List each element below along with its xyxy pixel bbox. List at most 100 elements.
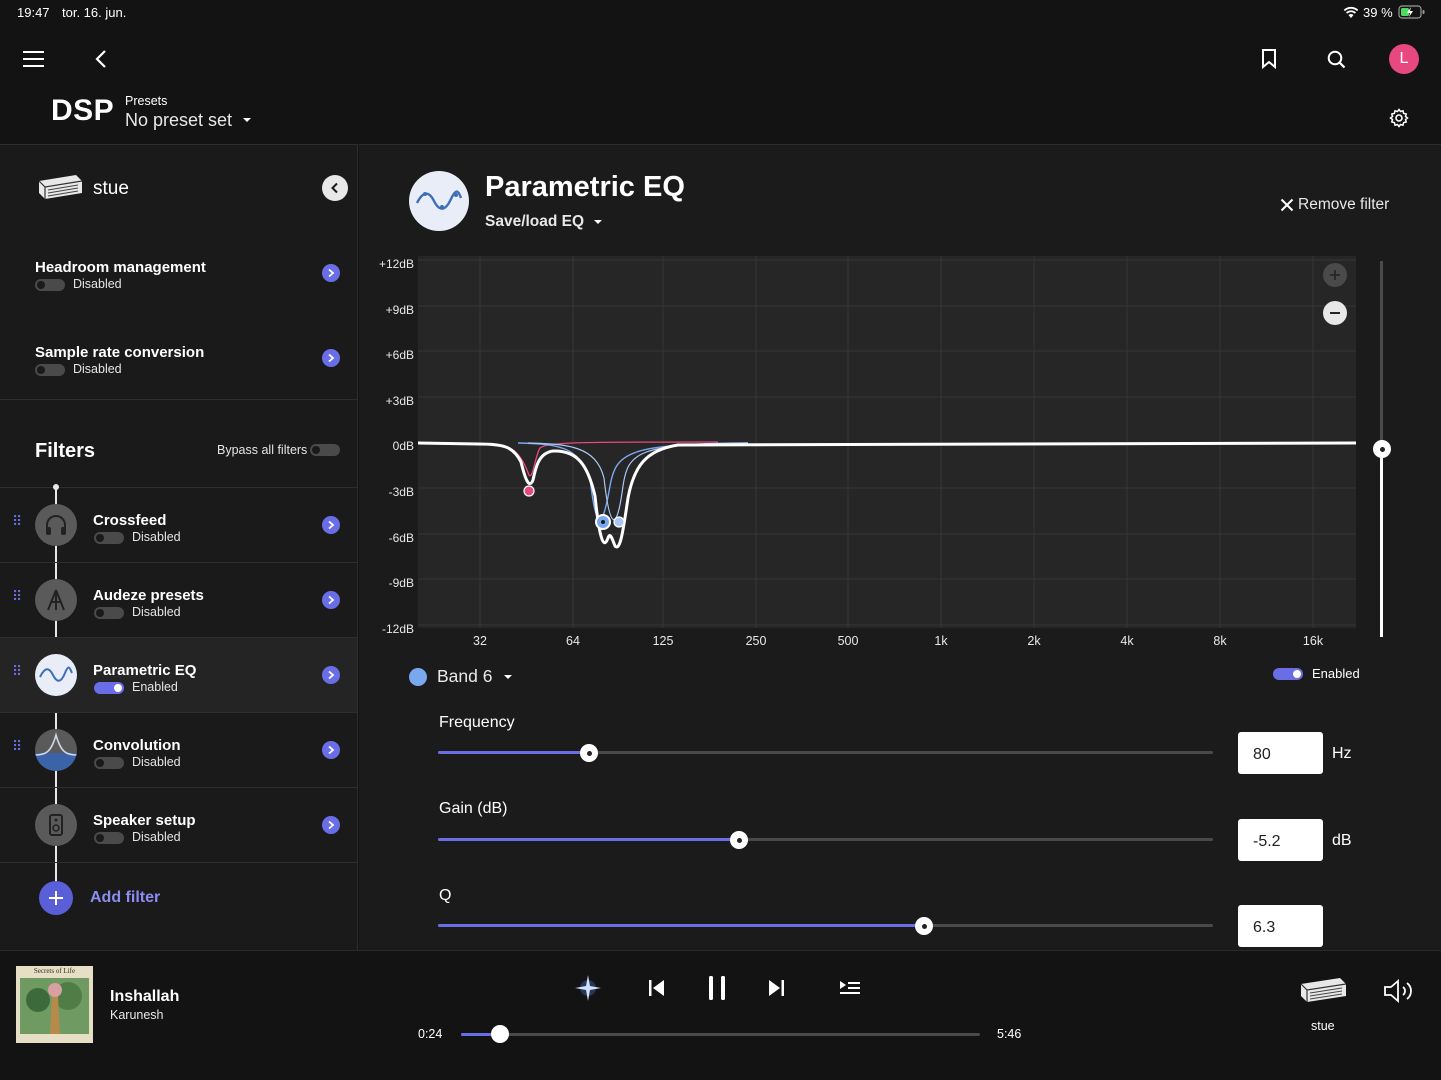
- filter-title: Parametric EQ: [485, 171, 685, 203]
- eq-wave-icon: [35, 654, 77, 696]
- drag-handle-icon[interactable]: ⠿: [12, 589, 22, 603]
- queue-icon[interactable]: [839, 979, 861, 997]
- search-icon[interactable]: [1327, 50, 1346, 69]
- battery-percent: 39 %: [1363, 5, 1393, 20]
- divider: [0, 399, 357, 400]
- eq-wave-icon: [409, 171, 469, 231]
- seek-bar[interactable]: [461, 1033, 980, 1036]
- collapse-sidebar-button[interactable]: [322, 175, 348, 201]
- album-art-title: Secrets of Life: [33, 967, 76, 975]
- filter-name: Convolution: [93, 737, 181, 754]
- band-enabled-label: Enabled: [1312, 666, 1360, 681]
- y-tick: 0dB: [392, 439, 414, 453]
- pause-icon[interactable]: [706, 975, 728, 1001]
- save-load-label: Save/load EQ: [485, 213, 585, 230]
- filter-toggle[interactable]: [94, 682, 124, 694]
- speaker-icon: [35, 804, 77, 846]
- headroom-toggle[interactable]: [35, 279, 65, 291]
- frequency-slider-thumb[interactable]: [580, 744, 598, 762]
- gear-icon[interactable]: [1389, 108, 1409, 128]
- zoom-in-button[interactable]: [1323, 263, 1347, 287]
- filter-row-audeze[interactable]: ⠿ Audeze presets Disabled: [0, 563, 357, 638]
- caret-down-icon: [504, 674, 513, 679]
- preamp-slider-thumb[interactable]: [1373, 440, 1391, 458]
- back-icon[interactable]: [94, 50, 108, 68]
- bookmark-icon[interactable]: [1261, 49, 1277, 69]
- filter-row-speaker-setup[interactable]: Speaker setup Disabled: [0, 788, 357, 863]
- q-slider-fill: [438, 924, 924, 927]
- next-icon[interactable]: [767, 978, 785, 998]
- previous-icon[interactable]: [648, 978, 666, 998]
- device-icon[interactable]: [1298, 974, 1350, 1008]
- wifi-icon: [1343, 6, 1359, 18]
- drag-handle-icon[interactable]: ⠿: [12, 514, 22, 528]
- filter-name: Speaker setup: [93, 812, 196, 829]
- q-slider-thumb[interactable]: [915, 917, 933, 935]
- frequency-input[interactable]: 80: [1238, 732, 1323, 774]
- now-playing-bar: Secrets of Life Inshallah Karunesh 0:24 …: [0, 950, 1441, 1080]
- output-device-label: stue: [1311, 1019, 1335, 1033]
- x-tick: 8k: [1213, 634, 1227, 648]
- sample-rate-row[interactable]: Sample rate conversion Disabled: [0, 330, 357, 390]
- audeze-logo-icon: [35, 579, 77, 621]
- drag-handle-icon[interactable]: ⠿: [12, 664, 22, 678]
- remove-filter-button[interactable]: Remove filter: [1280, 196, 1389, 214]
- avatar[interactable]: L: [1389, 44, 1419, 74]
- eq-graph[interactable]: [418, 256, 1356, 628]
- filter-open-button[interactable]: [322, 666, 340, 684]
- x-tick: 500: [837, 634, 859, 648]
- q-label: Q: [439, 887, 452, 904]
- sample-rate-status: Disabled: [73, 362, 122, 376]
- minus-icon: [1330, 312, 1340, 314]
- x-tick: 4k: [1120, 634, 1134, 648]
- x-tick: 16k: [1302, 634, 1324, 648]
- add-filter-button[interactable]: Add filter: [39, 881, 160, 915]
- x-tick: 64: [566, 634, 580, 648]
- filter-toggle[interactable]: [94, 607, 124, 619]
- sample-rate-open-button[interactable]: [322, 349, 340, 367]
- gain-slider-thumb[interactable]: [730, 831, 748, 849]
- chevron-right-icon: [328, 520, 335, 530]
- frequency-unit: Hz: [1332, 745, 1352, 762]
- preset-dropdown[interactable]: No preset set: [125, 109, 254, 131]
- filter-row-parametric-eq[interactable]: ⠿ Parametric EQ Enabled: [0, 638, 357, 713]
- filter-toggle[interactable]: [94, 757, 124, 769]
- menu-icon[interactable]: [23, 50, 45, 68]
- remove-filter-label: Remove filter: [1298, 196, 1390, 213]
- filter-row-crossfeed[interactable]: ⠿ Crossfeed Disabled: [0, 488, 357, 563]
- battery-icon: [1398, 5, 1425, 19]
- chevron-right-icon: [328, 820, 335, 830]
- filter-open-button[interactable]: [322, 516, 340, 534]
- x-tick: 2k: [1027, 634, 1041, 648]
- sparkle-icon[interactable]: [573, 973, 603, 1003]
- save-load-eq-dropdown[interactable]: Save/load EQ: [485, 213, 604, 231]
- gain-input[interactable]: -5.2: [1238, 819, 1323, 861]
- presets-label: Presets: [125, 94, 168, 108]
- y-tick: -3dB: [388, 485, 414, 499]
- seek-thumb[interactable]: [491, 1025, 509, 1043]
- x-tick: 250: [745, 634, 767, 648]
- parametric-eq-panel: Parametric EQ Save/load EQ Remove filter: [359, 144, 1441, 950]
- filter-row-convolution[interactable]: ⠿ Convolution Disabled: [0, 713, 357, 788]
- filter-toggle[interactable]: [94, 832, 124, 844]
- filter-open-button[interactable]: [322, 591, 340, 609]
- filter-open-button[interactable]: [322, 816, 340, 834]
- filter-open-button[interactable]: [322, 741, 340, 759]
- band-selector[interactable]: Band 6: [409, 666, 514, 687]
- track-title[interactable]: Inshallah: [110, 988, 179, 1006]
- headroom-open-button[interactable]: [322, 264, 340, 282]
- device-icon: [38, 175, 83, 199]
- volume-icon[interactable]: [1383, 978, 1417, 1004]
- sample-rate-toggle[interactable]: [35, 364, 65, 376]
- zoom-out-button[interactable]: [1323, 301, 1347, 325]
- headroom-management-row[interactable]: Headroom management Disabled: [0, 245, 357, 305]
- drag-handle-icon[interactable]: ⠿: [12, 739, 22, 753]
- x-tick: 125: [652, 634, 674, 648]
- y-tick: -12dB: [381, 622, 414, 636]
- album-art[interactable]: Secrets of Life: [16, 966, 93, 1043]
- filter-toggle[interactable]: [94, 532, 124, 544]
- band-enabled-toggle[interactable]: [1273, 668, 1303, 680]
- q-input[interactable]: 6.3: [1238, 905, 1323, 947]
- bypass-all-toggle[interactable]: [310, 444, 340, 456]
- track-artist[interactable]: Karunesh: [110, 1008, 164, 1022]
